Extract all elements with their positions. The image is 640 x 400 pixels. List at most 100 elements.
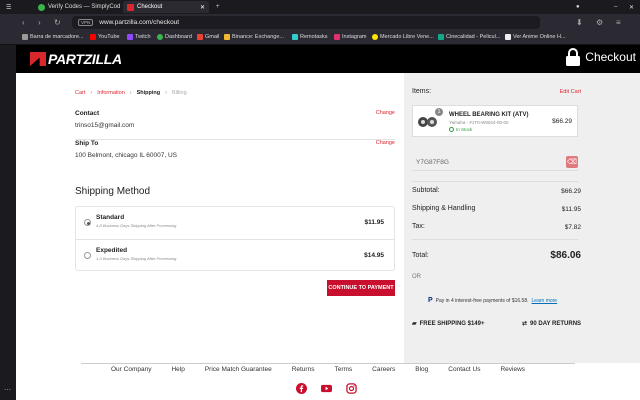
bookmarks-bar: Barra de marcadore... YouTube Twitch Das… [0, 31, 640, 45]
back-icon[interactable]: ‹ [22, 18, 25, 27]
quantity-badge: 1 [435, 108, 443, 116]
order-summary: Items: Edit Cart 1 WHEEL BEARING KIT (AT… [404, 73, 640, 363]
shipto-section: Ship To 100 Belmont, chicago IL 60007, U… [75, 140, 395, 170]
twitch-icon [127, 34, 133, 40]
checkout-heading: Checkout [565, 48, 636, 66]
edit-cart-link[interactable]: Edit Cart [560, 89, 581, 95]
download-icon[interactable]: ⬇ [576, 18, 583, 27]
footer-link-reviews[interactable]: Reviews [500, 366, 525, 373]
vpn-badge[interactable]: VPN [78, 19, 94, 26]
reload-icon[interactable]: ↻ [54, 18, 61, 27]
site-footer: Our Company Help Price Match Guarantee R… [16, 363, 640, 400]
gmail-icon [197, 34, 203, 40]
learn-more-link[interactable]: Learn more [532, 298, 558, 304]
footer-link-help[interactable]: Help [171, 366, 184, 373]
shipping-option-standard[interactable]: Standard 4-8 Business Days Shipping Afte… [76, 207, 394, 239]
option-description: 4-8 Business Days Shipping After Process… [96, 223, 177, 228]
partzilla-logo[interactable]: PARTZILLA [30, 51, 122, 67]
footer-link-blog[interactable]: Blog [415, 366, 428, 373]
bookmark-item[interactable]: Barra de marcadore... [22, 34, 84, 40]
cinecalidad-icon [438, 34, 444, 40]
shipping-method-title: Shipping Method [75, 186, 151, 197]
footer-link-careers[interactable]: Careers [372, 366, 395, 373]
shipping-label: Shipping & Handling [412, 205, 476, 212]
new-tab-button[interactable]: + [212, 1, 224, 13]
radio-expedited[interactable] [84, 252, 91, 259]
dashboard-icon [157, 34, 163, 40]
change-contact-link[interactable]: Change [376, 110, 395, 116]
bookmark-item[interactable]: Dashboard [157, 34, 192, 40]
coupon-field[interactable]: Y7G87F8G ⌫ [412, 153, 578, 171]
bookmark-item[interactable]: Mercado Libre Vene... [372, 34, 434, 40]
bookmark-item[interactable]: Remotasks [292, 34, 328, 40]
option-price: $14.95 [364, 252, 384, 259]
chevron-right-icon: › [165, 90, 167, 96]
forward-icon[interactable]: › [38, 18, 41, 27]
item-name: WHEEL BEARING KIT (ATV) [449, 112, 529, 118]
cart-item: 1 WHEEL BEARING KIT (ATV) Yamaha - #1T0-… [412, 105, 578, 137]
binance-icon [224, 34, 230, 40]
tax-value: $7.82 [564, 224, 581, 231]
close-icon[interactable]: ✕ [200, 4, 205, 11]
tab-label: Verify Codes — SimplyCod [48, 4, 121, 10]
bookmark-item[interactable]: Binance: Exchange... [224, 34, 284, 40]
logo-mark-icon [30, 52, 46, 66]
subtotal-value: $66.29 [561, 188, 581, 195]
chevron-right-icon: › [90, 90, 93, 96]
continue-to-payment-button[interactable]: CONTINUE TO PAYMENT [327, 280, 395, 296]
divider [412, 181, 578, 182]
bookmark-item[interactable]: Cinecalidad - Pelicul... [438, 34, 500, 40]
more-icon[interactable]: ⋯ [4, 386, 11, 394]
youtube-icon[interactable] [321, 383, 332, 394]
footer-link-our-company[interactable]: Our Company [111, 366, 151, 373]
address-bar[interactable]: VPN www.partzilla.com/checkout [72, 16, 540, 29]
item-price: $66.29 [552, 118, 572, 125]
option-description: 1-3 Business Days Shipping After Process… [96, 256, 177, 261]
paypal-icon: P [428, 297, 433, 304]
footer-link-terms[interactable]: Terms [334, 366, 352, 373]
window-minimize-icon[interactable]: – [610, 1, 621, 13]
bookmark-item[interactable]: Gmail [197, 34, 219, 40]
facebook-icon[interactable] [296, 383, 307, 394]
shipping-option-expedited[interactable]: Expedited 1-3 Business Days Shipping Aft… [76, 239, 394, 271]
bookmark-item[interactable]: Instagram [334, 34, 366, 40]
breadcrumb-cart[interactable]: Cart [75, 90, 85, 96]
remotasks-icon [292, 34, 298, 40]
bookmark-item[interactable]: YouTube [90, 34, 120, 40]
window-close-icon[interactable]: ✕ [625, 1, 638, 13]
instagram-icon [334, 34, 340, 40]
breadcrumb-information[interactable]: Information [97, 90, 125, 96]
settings-icon[interactable]: ⚙ [596, 18, 603, 27]
mercadolibre-icon [372, 34, 378, 40]
returns-badge: ⇄ 90 DAY RETURNS [522, 320, 582, 328]
checkout-label: Checkout [585, 50, 636, 64]
footer-link-price-match[interactable]: Price Match Guarantee [205, 366, 272, 373]
browser-nav-bar: ‹ › ↻ VPN www.partzilla.com/checkout ⬇ ⚙… [0, 14, 640, 31]
menu-icon[interactable]: ≡ [616, 18, 621, 27]
bookmark-item[interactable]: Ver Anime Online H... [505, 34, 566, 40]
site-header: PARTZILLA Checkout [16, 45, 640, 73]
breadcrumb: Cart › Information › Shipping › Billing [75, 90, 187, 96]
anime-icon [505, 34, 511, 40]
paypal-pay-later: P Pay in 4 interest-free payments of $16… [428, 297, 557, 304]
partzilla-favicon-icon [127, 3, 134, 11]
free-shipping-badge: ▰ FREE SHIPPING $149+ [412, 320, 485, 328]
browser-tab-checkout[interactable]: Checkout ✕ [123, 1, 209, 13]
change-shipto-link[interactable]: Change [376, 140, 395, 146]
browser-tab-verify[interactable]: Verify Codes — SimplyCod ✕ [34, 1, 132, 13]
paypal-text: Pay in 4 interest-free payments of $16.5… [435, 297, 529, 304]
radio-standard[interactable] [84, 219, 91, 226]
browser-menu-icon[interactable]: ☰ [2, 1, 15, 13]
shipping-value: $11.95 [561, 206, 581, 213]
bookmark-item[interactable]: Twitch [127, 34, 151, 40]
check-circle-icon [449, 127, 454, 132]
footer-link-returns[interactable]: Returns [292, 366, 315, 373]
contact-value: trinso15@gmail.com [75, 122, 135, 129]
breadcrumb-billing: Billing [171, 90, 187, 96]
remove-coupon-icon[interactable]: ⌫ [566, 156, 578, 168]
footer-link-contact[interactable]: Contact Us [448, 366, 480, 373]
instagram-icon[interactable] [346, 383, 357, 394]
profile-icon[interactable]: ● [572, 1, 584, 13]
folder-icon [22, 34, 28, 40]
subtotal-label: Subtotal: [412, 187, 440, 194]
